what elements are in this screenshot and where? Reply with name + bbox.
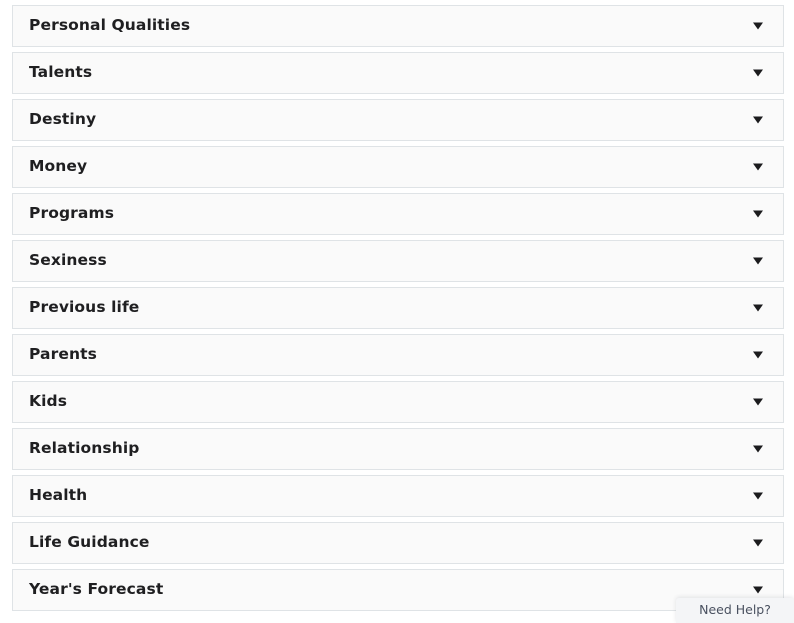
accordion-item[interactable]: Talents xyxy=(12,52,784,94)
accordion-item[interactable]: Personal Qualities xyxy=(12,5,784,47)
chevron-down-icon[interactable] xyxy=(753,69,763,77)
accordion-item[interactable]: Sexiness xyxy=(12,240,784,282)
chevron-down-icon[interactable] xyxy=(753,445,763,453)
chevron-down-icon[interactable] xyxy=(753,116,763,124)
need-help-widget[interactable]: Need Help? xyxy=(676,598,794,623)
accordion-item[interactable]: Health xyxy=(12,475,784,517)
accordion-item[interactable]: Relationship xyxy=(12,428,784,470)
accordion-item-label: Money xyxy=(29,157,88,176)
chevron-down-icon[interactable] xyxy=(753,163,763,171)
chevron-down-icon[interactable] xyxy=(753,492,763,500)
accordion-item[interactable]: Destiny xyxy=(12,99,784,141)
accordion-item-label: Previous life xyxy=(29,298,140,317)
accordion-item-label: Programs xyxy=(29,204,115,223)
chevron-down-icon[interactable] xyxy=(753,304,763,312)
accordion-item[interactable]: Previous life xyxy=(12,287,784,329)
accordion-item[interactable]: Kids xyxy=(12,381,784,423)
accordion-item[interactable]: Programs xyxy=(12,193,784,235)
accordion-item-label: Parents xyxy=(29,345,97,364)
accordion-item-label: Year's Forecast xyxy=(29,580,164,599)
accordion-item-label: Life Guidance xyxy=(29,533,150,552)
accordion-item-label: Talents xyxy=(29,63,93,82)
accordion-list: Personal Qualities Talents Destiny Money Pro… xyxy=(12,5,784,616)
chevron-down-icon[interactable] xyxy=(753,351,763,359)
need-help-label: Need Help? xyxy=(699,602,771,618)
chevron-down-icon[interactable] xyxy=(753,586,763,594)
chevron-down-icon[interactable] xyxy=(753,539,763,547)
accordion-item-label: Destiny xyxy=(29,110,97,129)
accordion-item-label: Kids xyxy=(29,392,68,411)
accordion-item-label: Sexiness xyxy=(29,251,107,270)
accordion-item[interactable]: Life Guidance xyxy=(12,522,784,564)
accordion-item-label: Health xyxy=(29,486,88,505)
chevron-down-icon[interactable] xyxy=(753,398,763,406)
accordion-item[interactable]: Year's Forecast xyxy=(12,569,784,611)
chevron-down-icon[interactable] xyxy=(753,22,763,30)
chevron-down-icon[interactable] xyxy=(753,257,763,265)
accordion-item[interactable]: Money xyxy=(12,146,784,188)
accordion-item-label: Personal Qualities xyxy=(29,16,191,35)
accordion-item[interactable]: Parents xyxy=(12,334,784,376)
chevron-down-icon[interactable] xyxy=(753,210,763,218)
accordion-item-label: Relationship xyxy=(29,439,140,458)
